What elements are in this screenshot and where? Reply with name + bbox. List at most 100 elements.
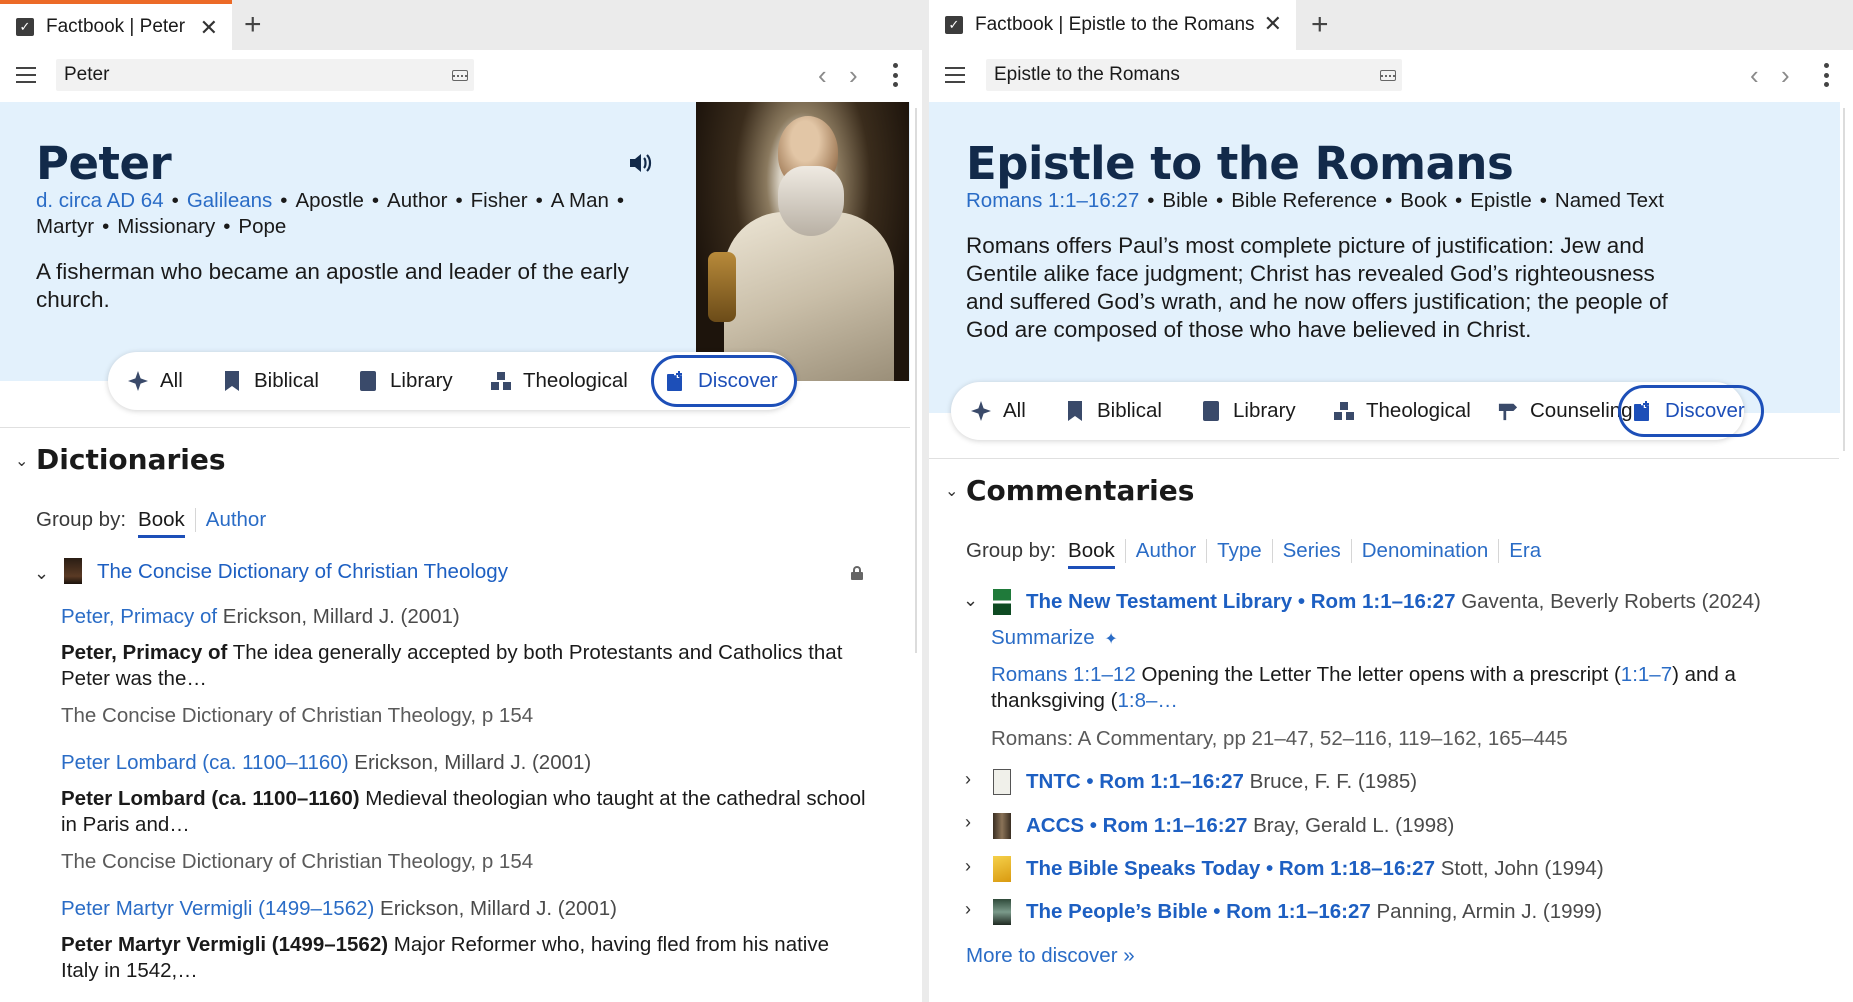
filter-all[interactable]: All bbox=[971, 382, 1026, 440]
book-cover-thumbnail bbox=[993, 813, 1011, 839]
address-input[interactable]: Epistle to the Romans bbox=[986, 59, 1402, 91]
add-tab-button[interactable]: + bbox=[1311, 8, 1329, 42]
more-to-discover-link[interactable]: More to discover » bbox=[966, 944, 1135, 968]
fact-item: Apostle bbox=[295, 189, 364, 212]
menu-icon[interactable] bbox=[945, 67, 965, 83]
tab-factbook-peter[interactable]: ✓ Factbook | Peter ✕ bbox=[0, 0, 232, 50]
excerpt-reference-link[interactable]: 1:1–7 bbox=[1621, 663, 1672, 686]
entry-link[interactable]: Peter Martyr Vermigli (1499–1562) Ericks… bbox=[61, 897, 617, 921]
chevron-down-icon[interactable]: ⌄ bbox=[15, 451, 28, 471]
fact-link-death[interactable]: d. circa AD 64 bbox=[36, 189, 164, 212]
book-title-link[interactable]: ACCS • Rom 1:1–16:27 Bray, Gerald L. (19… bbox=[1026, 814, 1454, 838]
filter-label: Library bbox=[1233, 399, 1296, 422]
chevron-right-icon[interactable]: › bbox=[965, 899, 971, 920]
book-author: Gaventa, Beverly Roberts (2024) bbox=[1461, 590, 1761, 613]
entry-snippet: Peter, Primacy of The idea generally acc… bbox=[61, 640, 871, 692]
hero-panel: Epistle to the Romans Romans 1:1–16:27 • B… bbox=[929, 102, 1840, 413]
filter-discover[interactable]: Discover bbox=[651, 355, 797, 407]
menu-icon[interactable] bbox=[16, 67, 36, 83]
chevron-down-icon[interactable]: ⌄ bbox=[945, 481, 958, 501]
book-author: Bray, Gerald L. (1998) bbox=[1253, 814, 1455, 837]
filter-bar: All Biblical Library Theological Discove… bbox=[108, 352, 797, 410]
scrollbar[interactable] bbox=[915, 108, 917, 653]
group-option-book[interactable]: Book bbox=[1056, 539, 1125, 569]
close-icon[interactable]: ✕ bbox=[1264, 11, 1282, 37]
chevron-down-icon[interactable]: ⌄ bbox=[963, 590, 978, 611]
filter-label: Theological bbox=[1366, 399, 1471, 422]
chevron-right-icon[interactable]: › bbox=[965, 856, 971, 877]
excerpt-reference-link[interactable]: 1:8–… bbox=[1117, 689, 1177, 712]
filter-library[interactable]: Library bbox=[358, 352, 453, 410]
filter-all[interactable]: All bbox=[128, 352, 183, 410]
book-title: TNTC • Rom 1:1–16:27 bbox=[1026, 770, 1244, 793]
book-title-link[interactable]: The People’s Bible • Rom 1:1–16:27 Panni… bbox=[1026, 900, 1602, 924]
fact-item: A Man bbox=[550, 189, 609, 212]
filter-label: Discover bbox=[698, 369, 778, 392]
forward-icon[interactable]: › bbox=[849, 62, 858, 88]
filter-label: All bbox=[1003, 399, 1026, 422]
forward-icon[interactable]: › bbox=[1781, 62, 1790, 88]
chevron-right-icon[interactable]: › bbox=[965, 812, 971, 833]
chevron-down-icon[interactable]: ⌄ bbox=[34, 563, 49, 584]
fact-item: Bible bbox=[1162, 189, 1209, 212]
close-icon[interactable]: ✕ bbox=[200, 15, 218, 41]
group-option-denomination[interactable]: Denomination bbox=[1350, 539, 1499, 563]
filter-biblical[interactable]: Biblical bbox=[1065, 382, 1162, 440]
filter-counseling[interactable]: Counseling bbox=[1498, 382, 1633, 440]
fact-item: Book bbox=[1400, 189, 1447, 212]
fact-link-galileans[interactable]: Galileans bbox=[187, 189, 272, 212]
filter-discover[interactable]: Discover bbox=[1618, 385, 1764, 437]
filter-biblical[interactable]: Biblical bbox=[222, 352, 319, 410]
group-option-book[interactable]: Book bbox=[126, 508, 195, 538]
tab-factbook-romans[interactable]: ✓ Factbook | Epistle to the Romans ✕ bbox=[929, 0, 1296, 50]
book-cover-thumbnail bbox=[993, 856, 1011, 882]
fact-link-reference[interactable]: Romans 1:1–16:27 bbox=[966, 189, 1139, 212]
book-title-link[interactable]: TNTC • Rom 1:1–16:27 Bruce, F. F. (1985) bbox=[1026, 770, 1417, 794]
filter-library[interactable]: Library bbox=[1201, 382, 1296, 440]
fact-item: Missionary bbox=[117, 215, 216, 238]
excerpt-reference-link[interactable]: Romans 1:1–12 bbox=[991, 663, 1136, 686]
summarize-button[interactable]: Summarize ✦ bbox=[991, 626, 1118, 650]
filter-theological[interactable]: Theological bbox=[1334, 382, 1471, 440]
blocks-icon bbox=[1334, 402, 1354, 420]
discover-icon bbox=[1634, 400, 1649, 421]
entry-link[interactable]: Peter, Primacy of Erickson, Millard J. (… bbox=[61, 605, 460, 629]
keyboard-icon[interactable] bbox=[1380, 70, 1396, 81]
group-option-label: Book bbox=[1068, 539, 1115, 569]
entry-snippet-term: Peter Martyr Vermigli (1499–1562) bbox=[61, 933, 389, 956]
more-options-icon[interactable] bbox=[892, 63, 898, 87]
book-title-link[interactable]: The Bible Speaks Today • Rom 1:18–16:27 … bbox=[1026, 857, 1604, 881]
group-option-author[interactable]: Author bbox=[1124, 539, 1206, 563]
add-tab-button[interactable]: + bbox=[244, 8, 262, 42]
divider bbox=[0, 427, 910, 428]
entry-title: Peter Lombard (ca. 1100–1160) bbox=[61, 751, 349, 774]
app-window: ✓ Factbook | Peter ✕ + Peter ‹ › Peter d… bbox=[0, 0, 1853, 1002]
divider bbox=[929, 458, 1839, 459]
filter-label: Library bbox=[390, 369, 453, 392]
back-icon[interactable]: ‹ bbox=[818, 62, 827, 88]
group-option-author[interactable]: Author bbox=[194, 508, 276, 532]
back-icon[interactable]: ‹ bbox=[1750, 62, 1759, 88]
entry-source: Romans: A Commentary, pp 21–47, 52–116, … bbox=[991, 727, 1568, 750]
hero-description: A fisherman who became an apostle and le… bbox=[36, 259, 629, 312]
fact-item: Fisher bbox=[470, 189, 528, 212]
group-option-era[interactable]: Era bbox=[1498, 539, 1551, 563]
filter-bar: All Biblical Library Theological Counsel… bbox=[951, 382, 1764, 440]
entry-title: Peter, Primacy of bbox=[61, 605, 218, 628]
more-options-icon[interactable] bbox=[1823, 63, 1829, 87]
book-icon bbox=[1203, 401, 1219, 421]
address-input[interactable]: Peter bbox=[56, 59, 474, 91]
entry-link[interactable]: Peter Lombard (ca. 1100–1160) Erickson, … bbox=[61, 751, 591, 775]
group-by: Group by: Book Author bbox=[36, 508, 276, 538]
book-title-link[interactable]: The New Testament Library • Rom 1:1–16:2… bbox=[1026, 590, 1761, 614]
filter-theological[interactable]: Theological bbox=[491, 352, 628, 410]
pane-splitter[interactable] bbox=[922, 0, 929, 1002]
keyboard-icon[interactable] bbox=[452, 70, 468, 81]
scrollbar[interactable] bbox=[1843, 108, 1845, 451]
speaker-icon[interactable] bbox=[628, 152, 654, 174]
bookmark-icon bbox=[225, 371, 239, 391]
book-title-link[interactable]: The Concise Dictionary of Christian Theo… bbox=[97, 560, 508, 584]
group-option-type[interactable]: Type bbox=[1206, 539, 1271, 563]
group-option-series[interactable]: Series bbox=[1271, 539, 1351, 563]
chevron-right-icon[interactable]: › bbox=[965, 769, 971, 790]
